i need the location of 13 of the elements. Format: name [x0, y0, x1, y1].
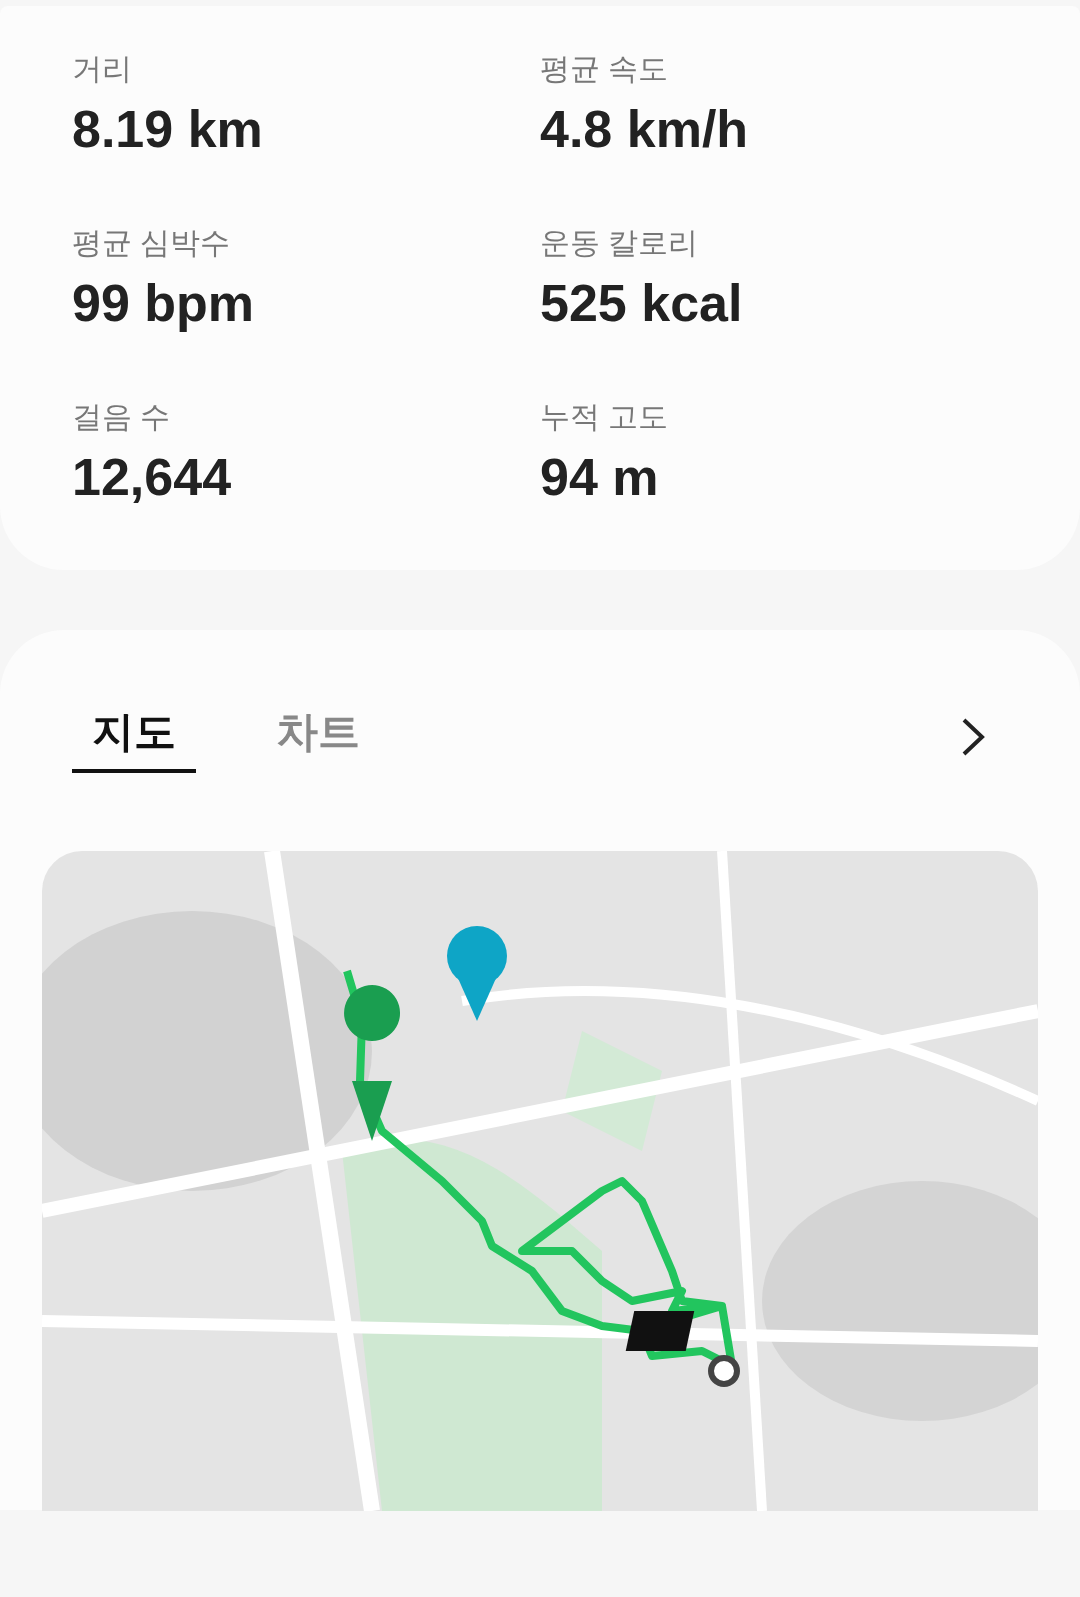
- stat-label: 누적 고도: [540, 399, 670, 435]
- stat-label: 평균 심박수: [72, 225, 232, 261]
- stat-label: 걸음 수: [72, 399, 172, 435]
- stat-label: 운동 칼로리: [540, 225, 700, 261]
- stat-label: 거리: [72, 51, 133, 87]
- stat-label: 평균 속도: [540, 51, 670, 87]
- stat-value: 12,644: [72, 447, 233, 508]
- tab[interactable]: 지도: [72, 700, 196, 773]
- stat-value: 525 kcal: [540, 273, 744, 334]
- stat-value: 4.8 km/h: [540, 99, 750, 160]
- stat-value: 99 bpm: [72, 273, 256, 334]
- stat-value: 94 m: [540, 447, 660, 508]
- stat-value: 8.19 km: [72, 99, 264, 160]
